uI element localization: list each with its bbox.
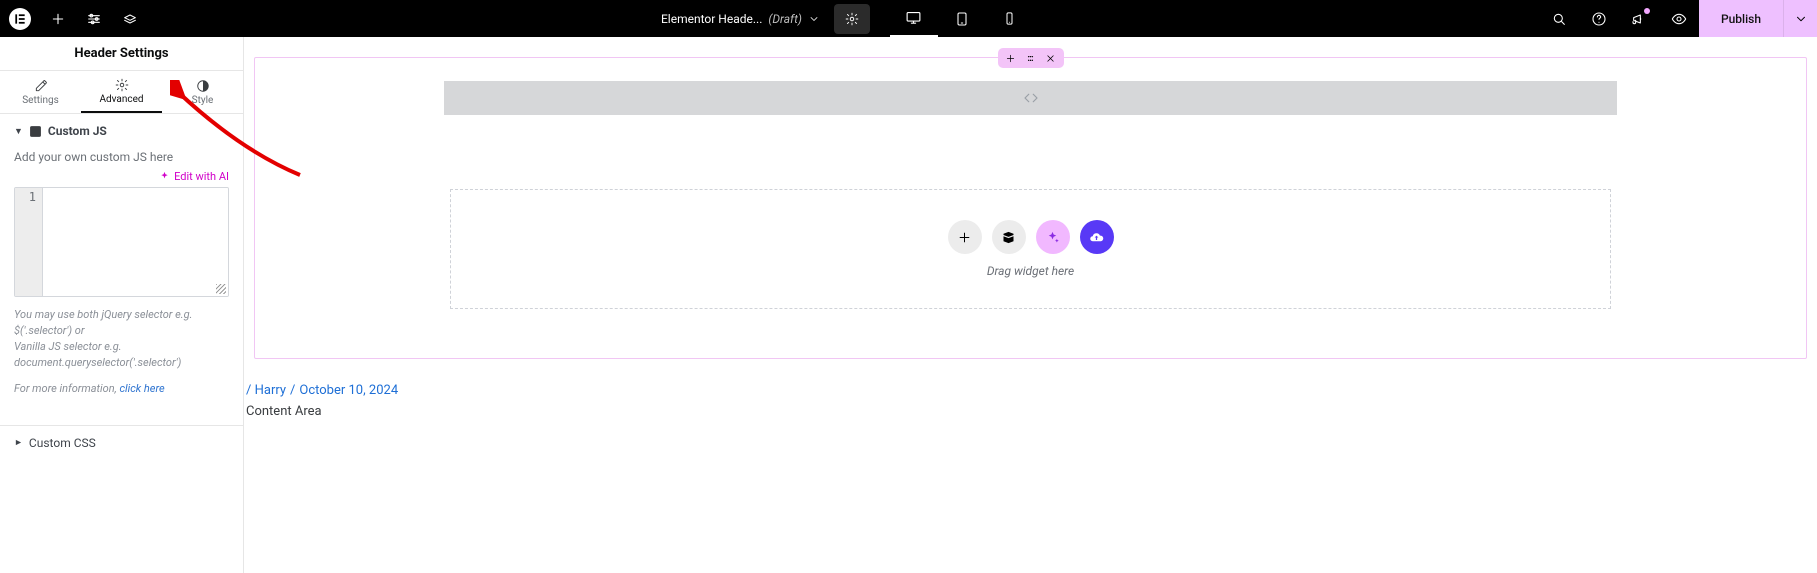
publish-button[interactable]: Publish bbox=[1699, 0, 1783, 37]
device-tablet-button[interactable] bbox=[938, 0, 986, 37]
editor-canvas: Drag widget here / Harry/October 10, 202… bbox=[244, 37, 1817, 573]
site-settings-button[interactable] bbox=[76, 0, 112, 37]
resize-handle-icon[interactable] bbox=[216, 284, 226, 294]
document-title-text: Elementor Heade... bbox=[661, 12, 762, 26]
tab-advanced[interactable]: Advanced bbox=[81, 71, 162, 113]
section-handle bbox=[998, 48, 1064, 68]
custom-js-description: Add your own custom JS here bbox=[14, 150, 229, 164]
post-meta: / Harry/October 10, 2024 bbox=[246, 383, 398, 398]
structure-button[interactable] bbox=[112, 0, 148, 37]
tab-style[interactable]: Style bbox=[162, 71, 243, 113]
panel-tabs: Settings Advanced Style bbox=[0, 71, 243, 114]
add-widget-button[interactable] bbox=[948, 220, 982, 254]
import-button[interactable] bbox=[1080, 220, 1114, 254]
section-drag-handle[interactable] bbox=[1021, 48, 1041, 68]
elementor-logo[interactable] bbox=[0, 8, 40, 30]
code-brackets-icon bbox=[1022, 89, 1040, 107]
caret-right-icon: ▼ bbox=[13, 438, 24, 447]
js-badge-icon bbox=[29, 125, 42, 138]
date-link[interactable]: October 10, 2024 bbox=[299, 383, 398, 398]
help-button[interactable] bbox=[1579, 0, 1619, 37]
custom-js-more-info: For more information, click here bbox=[14, 381, 229, 397]
section-delete-button[interactable] bbox=[1041, 48, 1061, 68]
whats-new-button[interactable] bbox=[1619, 0, 1659, 37]
author-link[interactable]: Harry bbox=[255, 383, 286, 398]
ai-generate-button[interactable] bbox=[1036, 220, 1070, 254]
topbar: Elementor Heade... (Draft) bbox=[0, 0, 1817, 37]
add-element-button[interactable] bbox=[40, 0, 76, 37]
finder-search-button[interactable] bbox=[1539, 0, 1579, 37]
edit-with-ai-link[interactable]: Edit with AI bbox=[14, 170, 229, 183]
publish-options-button[interactable] bbox=[1783, 0, 1817, 37]
document-settings-button[interactable] bbox=[834, 4, 870, 34]
section-add-button[interactable] bbox=[1001, 48, 1021, 68]
document-status: (Draft) bbox=[768, 12, 802, 26]
section-custom-css-toggle[interactable]: ▼ Custom CSS bbox=[0, 426, 243, 460]
click-here-link[interactable]: click here bbox=[119, 382, 164, 395]
code-gutter: 1 bbox=[15, 188, 43, 296]
sidebar-panel: Header Settings Settings Advanced Style … bbox=[0, 37, 244, 573]
panel-title: Header Settings bbox=[0, 37, 243, 71]
custom-js-editor[interactable]: 1 bbox=[14, 187, 229, 297]
code-textarea[interactable] bbox=[43, 188, 228, 296]
document-title-dropdown[interactable]: Elementor Heade... (Draft) bbox=[653, 0, 828, 37]
drop-zone-label: Drag widget here bbox=[987, 264, 1074, 278]
template-library-button[interactable] bbox=[992, 220, 1026, 254]
section-custom-js-toggle[interactable]: ▼ Custom JS bbox=[0, 114, 243, 144]
caret-down-icon: ▼ bbox=[14, 126, 23, 137]
custom-js-hint: You may use both jQuery selector e.g. $(… bbox=[14, 307, 229, 371]
preview-button[interactable] bbox=[1659, 0, 1699, 37]
tab-settings[interactable]: Settings bbox=[0, 71, 81, 113]
device-desktop-button[interactable] bbox=[890, 0, 938, 37]
device-mobile-button[interactable] bbox=[986, 0, 1034, 37]
html-widget-placeholder[interactable] bbox=[444, 81, 1617, 115]
sparkle-icon bbox=[159, 171, 170, 182]
empty-container-dropzone[interactable]: Drag widget here bbox=[450, 189, 1611, 309]
content-area-label: Content Area bbox=[246, 404, 322, 419]
